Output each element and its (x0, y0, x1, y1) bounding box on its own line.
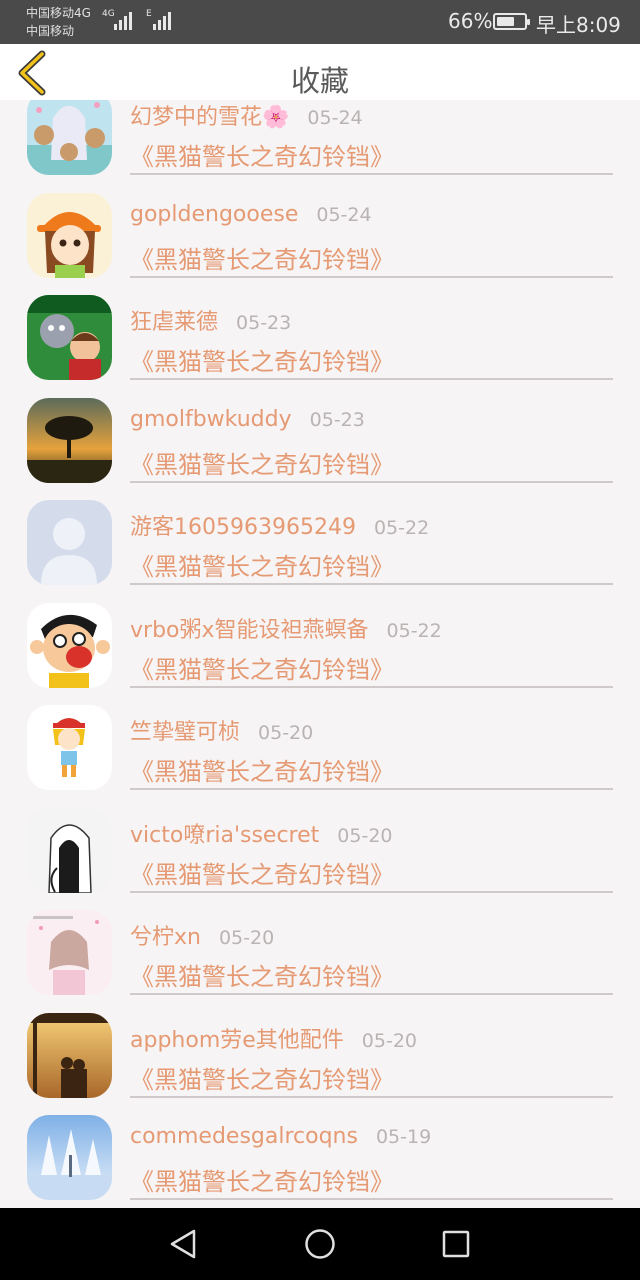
username: 竺挚璧可桢 05-20 (130, 714, 313, 746)
book-title[interactable]: 《黑猫警长之奇幻铃铛》 (130, 752, 394, 787)
row-divider (130, 173, 613, 175)
favorites-list[interactable]: 幻梦中的雪花🌸 05-24 《黑猫警长之奇幻铃铛》 gopldengooese 05-2… (0, 100, 640, 1208)
status-bar: 中国移动4G 中国移动 4G E 66% 早上8:09 (0, 0, 640, 44)
book-title[interactable]: 《黑猫警长之奇幻铃铛》 (130, 650, 394, 685)
username: vrbo粥x智能设袒燕螟备 05-22 (130, 612, 442, 644)
avatar[interactable] (27, 295, 112, 380)
username-text: 幻梦中的雪花🌸 (130, 105, 290, 130)
list-item[interactable]: apphom劳e其他配件 05-20 《黑猫警长之奇幻铃铛》 (0, 1009, 640, 1112)
favorite-date: 05-23 (236, 312, 292, 334)
avatar[interactable] (27, 397, 112, 483)
list-item[interactable]: 游客1605963965249 05-22 《黑猫警长之奇幻铃铛》 (0, 496, 640, 599)
avatar[interactable] (27, 1012, 112, 1098)
title-bar: 收藏 (0, 44, 640, 100)
battery-fill (497, 17, 514, 26)
row-divider (130, 378, 613, 380)
signal-icon-1 (114, 10, 132, 30)
favorite-date: 05-20 (218, 927, 275, 949)
avatar[interactable] (27, 705, 112, 790)
username: 游客1605963965249 05-22 (130, 509, 429, 541)
list-item[interactable]: gopldengooese 05-24 《黑猫警长之奇幻铃铛》 (0, 189, 640, 292)
username-text: vrbo粥x智能设袒燕螟备 (130, 617, 369, 643)
username-text: 游客1605963965249 (130, 515, 356, 540)
book-title[interactable]: 《黑猫警长之奇幻铃铛》 (130, 445, 394, 480)
avatar[interactable] (27, 100, 112, 175)
network-type-2: E (146, 9, 152, 19)
row-divider (130, 583, 613, 585)
nav-back-button[interactable] (166, 1226, 202, 1262)
username-text: 狂虐莱德 (130, 310, 219, 335)
list-item[interactable]: 竺挚璧可桢 05-20 《黑猫警长之奇幻铃铛》 (0, 701, 640, 804)
book-title[interactable]: 《黑猫警长之奇幻铃铛》 (130, 1060, 394, 1095)
signal-icon-2 (153, 10, 171, 30)
book-title[interactable]: 《黑猫警长之奇幻铃铛》 (130, 240, 394, 275)
battery-percent: 66% (448, 9, 493, 33)
favorite-date: 05-20 (337, 824, 393, 847)
row-divider (130, 685, 613, 688)
row-divider (130, 1095, 613, 1098)
row-divider (130, 890, 613, 893)
username: gopldengooese 05-24 (130, 202, 372, 227)
favorite-date: 05-24 (307, 107, 363, 129)
triangle-back-icon (170, 1229, 196, 1259)
username-text: 兮柠xn (130, 925, 201, 950)
list-item[interactable]: gmolfbwkuddy 05-23 《黑猫警长之奇幻铃铛》 (0, 394, 640, 497)
list-item[interactable]: 幻梦中的雪花🌸 05-24 《黑猫警长之奇幻铃铛》 (0, 100, 640, 189)
favorite-date: 05-20 (361, 1029, 417, 1052)
row-divider (130, 1198, 613, 1200)
clock: 早上8:09 (536, 13, 621, 37)
list-item[interactable]: victo嘹ria'ssecret 05-20 《黑猫警长之奇幻铃铛》 (0, 804, 640, 907)
favorite-date: 05-19 (375, 1126, 432, 1148)
avatar[interactable] (27, 602, 112, 688)
book-title[interactable]: 《黑猫警长之奇幻铃铛》 (130, 855, 394, 890)
favorite-date: 05-24 (316, 203, 372, 226)
nav-home-button[interactable] (302, 1226, 338, 1262)
list-item[interactable]: vrbo粥x智能设袒燕螟备 05-22 《黑猫警长之奇幻铃铛》 (0, 599, 640, 702)
carrier-1: 中国移动4G (26, 6, 91, 20)
username-text: gmolfbwkuddy (130, 406, 292, 432)
battery-icon (493, 13, 530, 30)
avatar[interactable] (27, 500, 112, 585)
square-recent-icon (442, 1230, 470, 1258)
book-title[interactable]: 《黑猫警长之奇幻铃铛》 (130, 342, 394, 377)
favorite-date: 05-23 (309, 408, 365, 431)
username: 兮柠xn 05-20 (130, 919, 274, 951)
book-title[interactable]: 《黑猫警长之奇幻铃铛》 (130, 1162, 394, 1197)
favorite-date: 05-22 (373, 517, 430, 539)
row-divider (130, 275, 613, 278)
carrier-2: 中国移动 (26, 24, 75, 38)
list-item[interactable]: 狂虐莱德 05-23 《黑猫警长之奇幻铃铛》 (0, 291, 640, 394)
row-divider (130, 480, 613, 483)
favorite-date: 05-20 (258, 722, 314, 744)
list-item[interactable]: commedesgalrcoqns 05-19 《黑猫警长之奇幻铃铛》 (0, 1111, 640, 1208)
favorite-date: 05-22 (386, 619, 442, 642)
list-item[interactable]: 兮柠xn 05-20 《黑猫警长之奇幻铃铛》 (0, 906, 640, 1009)
username: 幻梦中的雪花🌸 05-24 (130, 100, 363, 131)
book-title[interactable]: 《黑猫警长之奇幻铃铛》 (130, 957, 394, 992)
username: 狂虐莱德 05-23 (130, 304, 291, 336)
username: gmolfbwkuddy 05-23 (130, 407, 365, 432)
username: victo嘹ria'ssecret 05-20 (130, 817, 393, 849)
username-text: commedesgalrcoqns (130, 1124, 358, 1149)
book-title[interactable]: 《黑猫警长之奇幻铃铛》 (130, 547, 394, 582)
system-nav-bar (0, 1208, 640, 1280)
circle-home-icon (305, 1229, 335, 1259)
page-title: 收藏 (290, 64, 349, 98)
username-text: gopldengooese (130, 201, 299, 227)
avatar[interactable] (27, 910, 112, 995)
network-type-1: 4G (102, 9, 115, 19)
username: commedesgalrcoqns 05-19 (130, 1124, 431, 1149)
nav-recent-button[interactable] (438, 1226, 474, 1262)
row-divider (130, 993, 613, 995)
username-text: victo嘹ria'ssecret (130, 822, 320, 848)
username: apphom劳e其他配件 05-20 (130, 1022, 417, 1054)
book-title[interactable]: 《黑猫警长之奇幻铃铛》 (130, 137, 394, 172)
row-divider (130, 788, 613, 790)
username-text: 竺挚璧可桢 (130, 720, 241, 745)
avatar[interactable] (27, 807, 112, 893)
username-text: apphom劳e其他配件 (130, 1027, 344, 1053)
carrier-info: 中国移动4G 中国移动 (26, 4, 91, 40)
avatar[interactable] (27, 1115, 112, 1200)
avatar[interactable] (27, 192, 112, 278)
